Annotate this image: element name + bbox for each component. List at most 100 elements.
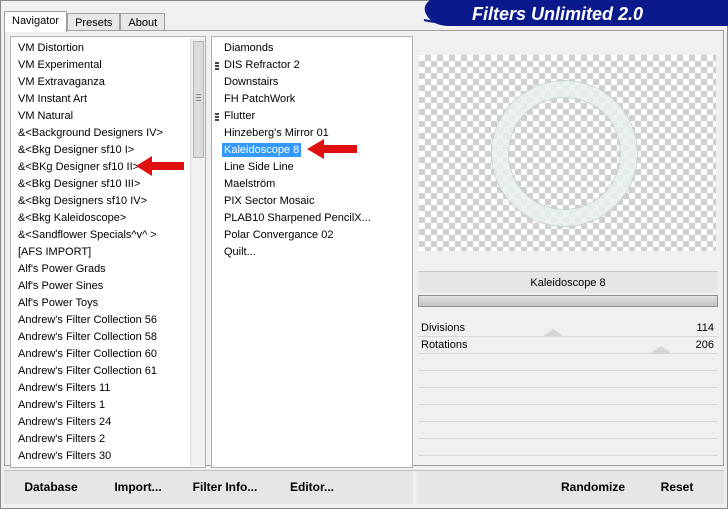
category-item[interactable]: Andrew's Filter Collection 56 — [11, 312, 205, 329]
filter-info-button[interactable]: Filter Info... — [188, 478, 262, 496]
category-label: Andrew's Filters 1 — [18, 399, 106, 411]
category-label: Andrew's Filter Collection 61 — [18, 365, 158, 377]
divider — [413, 471, 417, 504]
filter-list-panel[interactable]: Diamonds DIS Refractor 2 Downstairs FH Patc… — [211, 36, 413, 468]
category-label: VM Natural — [18, 110, 74, 122]
filter-item[interactable]: Downstairs — [212, 74, 412, 91]
category-label: Andrew's Filter Collection 58 — [18, 331, 158, 343]
category-item[interactable]: &<Bkg Kaleidoscope> — [11, 210, 205, 227]
category-item[interactable]: Andrew's Filters 1 — [11, 397, 205, 414]
category-item[interactable]: Andrew's Filter Collection 58 — [11, 329, 205, 346]
filter-item[interactable]: Quilt... — [212, 244, 412, 261]
filter-item[interactable]: Diamonds — [212, 40, 412, 57]
category-scrollbar[interactable] — [190, 38, 205, 466]
category-label: Andrew's Filters 11 — [18, 382, 111, 394]
category-label: VM Experimental — [18, 59, 102, 71]
slider-pointer-icon[interactable] — [651, 346, 671, 353]
category-item[interactable]: Andrew's Filter Collection 61 — [11, 363, 205, 380]
tab-navigator[interactable]: Navigator — [4, 11, 68, 32]
category-label: Andrew's Filters 24 — [18, 416, 112, 428]
filter-item[interactable]: Line Side Line — [212, 159, 412, 176]
reset-button[interactable]: Reset — [654, 478, 700, 496]
category-label: Andrew's Filter Collection 56 — [18, 314, 158, 326]
category-label: [AFS IMPORT] — [18, 246, 92, 258]
filter-label: Flutter — [224, 110, 256, 122]
param-divisions[interactable]: Divisions 114 — [418, 320, 718, 337]
param-empty-row[interactable] — [418, 405, 718, 422]
param-empty-row[interactable] — [418, 371, 718, 388]
red-arrow-icon — [307, 139, 357, 159]
filter-item[interactable]: Flutter — [212, 108, 412, 125]
category-item[interactable]: Andrew's Filter Collection 60 — [11, 346, 205, 363]
category-label: &<Bkg Designers sf10 IV> — [18, 195, 148, 207]
category-item[interactable]: &<Background Designers IV> — [11, 125, 205, 142]
filter-item[interactable]: DIS Refractor 2 — [212, 57, 412, 74]
category-label: &<Bkg Designer sf10 I> — [18, 144, 135, 156]
category-item[interactable]: [AFS IMPORT] — [11, 244, 205, 261]
randomize-button[interactable]: Randomize — [555, 478, 631, 496]
tab-strip: Navigator Presets About — [4, 11, 166, 32]
category-item[interactable]: Andrew's Filters 24 — [11, 414, 205, 431]
filter-item[interactable]: FH PatchWork — [212, 91, 412, 108]
category-item[interactable]: &<Sandflower Specials^v^ > — [11, 227, 205, 244]
bullet-marker-icon — [215, 113, 219, 122]
category-item[interactable]: Alf's Power Toys — [11, 295, 205, 312]
preview-area — [418, 36, 720, 268]
category-item[interactable]: VM Natural — [11, 108, 205, 125]
filter-label: Diamonds — [224, 42, 274, 54]
bullet-marker-icon — [215, 62, 219, 71]
kaleidoscope-preview-ring — [492, 81, 637, 226]
param-empty-row[interactable] — [418, 422, 718, 439]
editor-button[interactable]: Editor... — [285, 478, 339, 496]
filter-label: Hinzeberg's Mirror 01 — [224, 127, 329, 139]
category-label: &<Bkg Kaleidoscope> — [18, 212, 127, 224]
category-item[interactable]: VM Distortion — [11, 40, 205, 57]
filter-item[interactable]: PLAB10 Sharpened PencilX... — [212, 210, 412, 227]
category-label: Alf's Power Grads — [18, 263, 106, 275]
filter-label: Downstairs — [224, 76, 279, 88]
param-empty-row[interactable] — [418, 354, 718, 371]
filter-item[interactable]: Maelström — [212, 176, 412, 193]
grip-icon — [196, 94, 201, 103]
category-item[interactable]: VM Experimental — [11, 57, 205, 74]
category-item[interactable]: Andrew's Filters 11 — [11, 380, 205, 397]
slider-pointer-icon[interactable] — [543, 329, 563, 336]
category-item[interactable]: Andrew's Filters 30 — [11, 448, 205, 465]
category-list-panel[interactable]: VM Distortion VM Experimental VM Extravaga… — [10, 36, 206, 468]
category-label: Andrew's Filters 3 — [18, 467, 105, 468]
category-item[interactable]: Alf's Power Sines — [11, 278, 205, 295]
filter-label: PIX Sector Mosaic — [224, 195, 315, 207]
category-item[interactable]: &<Bkg Designers sf10 IV> — [11, 193, 205, 210]
category-label: &<Sandflower Specials^v^ > — [18, 229, 157, 241]
param-empty-row[interactable] — [418, 439, 718, 456]
param-empty-row[interactable] — [418, 388, 718, 405]
filter-label: PLAB10 Sharpened PencilX... — [224, 212, 371, 224]
filter-label: DIS Refractor 2 — [224, 59, 300, 71]
category-item[interactable]: VM Instant Art — [11, 91, 205, 108]
category-item[interactable]: VM Extravaganza — [11, 74, 205, 91]
param-rotations[interactable]: Rotations 206 — [418, 337, 718, 354]
param-value: 206 — [695, 339, 714, 351]
filter-label: Polar Convergance 02 — [224, 229, 334, 241]
param-value: 114 — [696, 322, 714, 334]
filter-label: Maelström — [224, 178, 276, 190]
import-button[interactable]: Import... — [108, 478, 168, 496]
database-button[interactable]: Database — [18, 478, 84, 496]
category-item[interactable]: Andrew's Filters 2 — [11, 431, 205, 448]
title-banner: Filters Unlimited 2.0 — [423, 0, 728, 26]
preview-canvas[interactable] — [419, 55, 716, 251]
category-item[interactable]: Alf's Power Grads — [11, 261, 205, 278]
category-label: &<BKg Designer sf10 II> — [18, 161, 140, 173]
category-item[interactable]: &<Bkg Designer sf10 III> — [11, 176, 205, 193]
scrollbar-thumb[interactable] — [193, 41, 204, 158]
category-label: Alf's Power Toys — [18, 297, 99, 309]
category-item[interactable]: Andrew's Filters 3 — [11, 465, 205, 468]
filter-item[interactable]: Polar Convergance 02 — [212, 227, 412, 244]
category-label: Andrew's Filters 30 — [18, 450, 112, 462]
category-label: VM Extravaganza — [18, 76, 105, 88]
progress-bar — [418, 295, 718, 307]
category-label: &<Background Designers IV> — [18, 127, 163, 139]
filter-item[interactable]: PIX Sector Mosaic — [212, 193, 412, 210]
category-label: Andrew's Filters 2 — [18, 433, 106, 445]
category-label: Andrew's Filter Collection 60 — [18, 348, 158, 360]
